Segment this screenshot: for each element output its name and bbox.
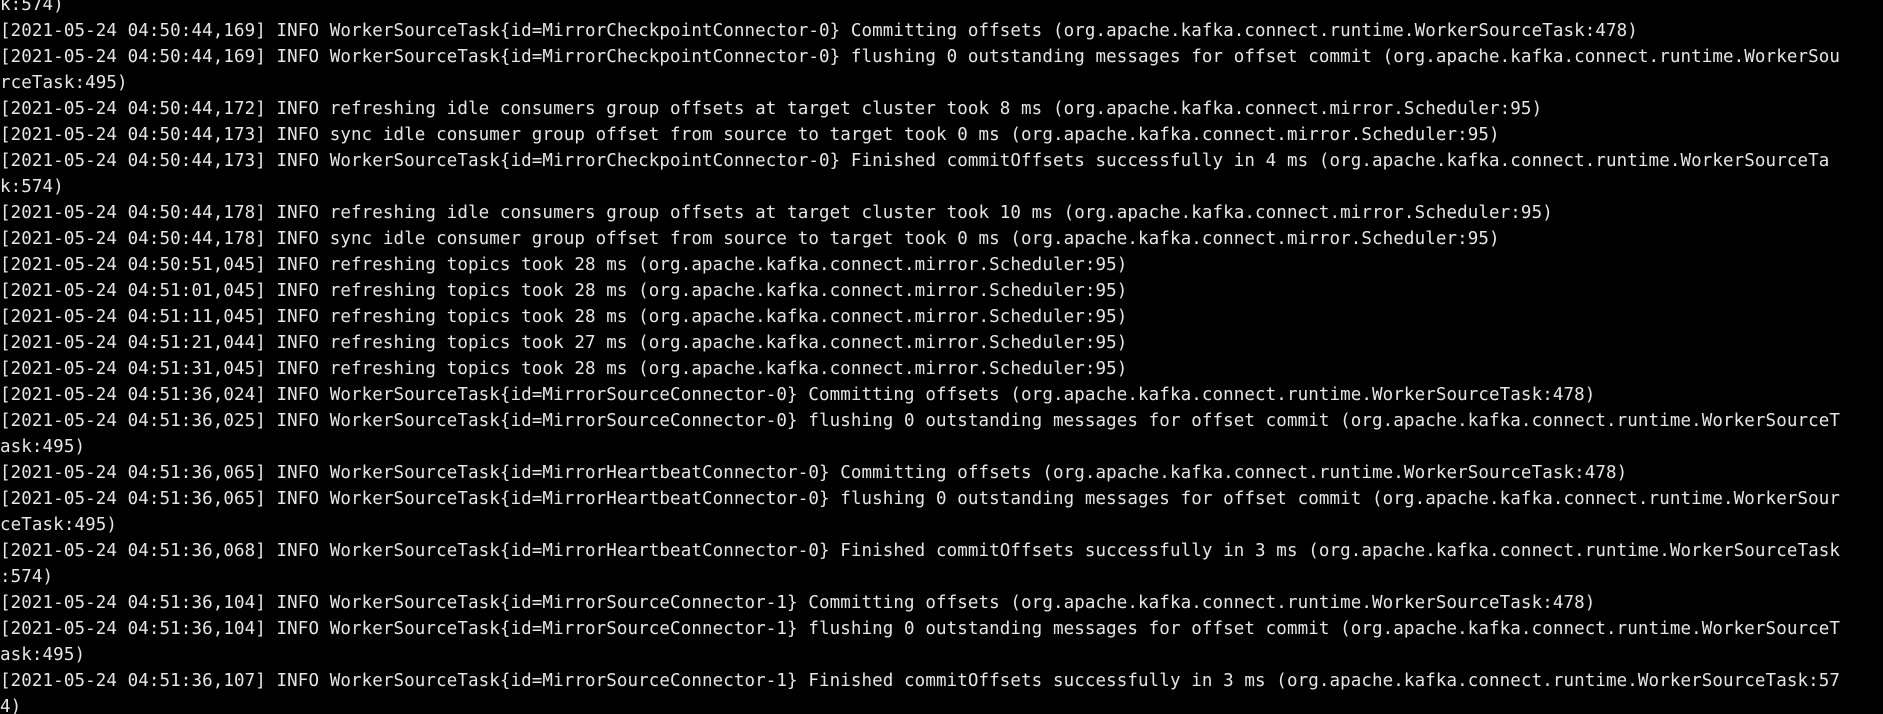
log-line: ceTask:495) <box>0 515 117 535</box>
log-line: [2021-05-24 04:51:36,024] INFO WorkerSou… <box>0 385 1596 405</box>
log-line: [2021-05-24 04:50:51,045] INFO refreshin… <box>0 255 1128 275</box>
log-line: ask:495) <box>0 437 86 457</box>
log-line: [2021-05-24 04:51:36,068] INFO WorkerSou… <box>0 541 1841 561</box>
terminal-output: k:574) [2021-05-24 04:50:44,169] INFO Wo… <box>0 0 1883 714</box>
terminal-window[interactable]: k:574) [2021-05-24 04:50:44,169] INFO Wo… <box>0 0 1883 714</box>
log-line: [2021-05-24 04:50:44,178] INFO sync idle… <box>0 229 1500 249</box>
log-line: ask:495) <box>0 645 86 665</box>
log-line: [2021-05-24 04:50:44,169] INFO WorkerSou… <box>0 47 1841 67</box>
log-line: [2021-05-24 04:51:36,065] INFO WorkerSou… <box>0 463 1628 483</box>
log-line: [2021-05-24 04:51:36,065] INFO WorkerSou… <box>0 489 1841 509</box>
log-line: rceTask:495) <box>0 73 128 93</box>
log-line: [2021-05-24 04:50:44,178] INFO refreshin… <box>0 203 1553 223</box>
log-line: [2021-05-24 04:51:36,104] INFO WorkerSou… <box>0 593 1596 613</box>
log-line: [2021-05-24 04:51:01,045] INFO refreshin… <box>0 281 1128 301</box>
log-line: [2021-05-24 04:51:36,107] INFO WorkerSou… <box>0 671 1841 691</box>
log-line: 4) <box>0 697 22 714</box>
log-line: k:574) <box>0 0 64 15</box>
log-line: [2021-05-24 04:51:21,044] INFO refreshin… <box>0 333 1128 353</box>
log-line: [2021-05-24 04:50:44,173] INFO sync idle… <box>0 125 1500 145</box>
log-line: [2021-05-24 04:51:31,045] INFO refreshin… <box>0 359 1128 379</box>
log-line: [2021-05-24 04:51:36,104] INFO WorkerSou… <box>0 619 1841 639</box>
log-line: [2021-05-24 04:50:44,172] INFO refreshin… <box>0 99 1543 119</box>
log-line: k:574) <box>0 177 64 197</box>
log-line: [2021-05-24 04:51:36,025] INFO WorkerSou… <box>0 411 1841 431</box>
log-line: [2021-05-24 04:50:44,169] INFO WorkerSou… <box>0 21 1638 41</box>
log-line: :574) <box>0 567 54 587</box>
log-line: [2021-05-24 04:51:11,045] INFO refreshin… <box>0 307 1128 327</box>
log-line: [2021-05-24 04:50:44,173] INFO WorkerSou… <box>0 151 1830 171</box>
